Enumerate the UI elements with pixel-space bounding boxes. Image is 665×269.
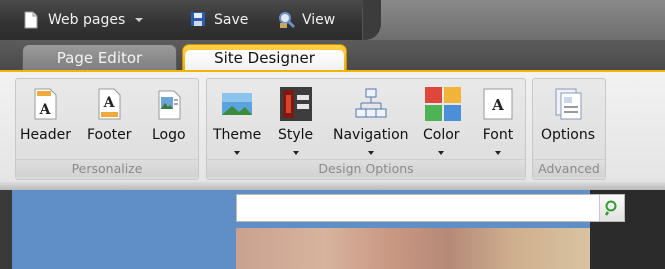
- toolbar-notch: [362, 0, 665, 40]
- search-button[interactable]: [599, 195, 624, 221]
- svg-text:A: A: [491, 96, 504, 114]
- group-personalize: A Header A Footer Logo Personalize: [15, 78, 199, 180]
- web-pages-menu[interactable]: Web pages: [24, 9, 144, 31]
- options-icon: [552, 87, 584, 121]
- tab-label: Site Designer: [214, 49, 315, 67]
- logo-icon: [153, 87, 185, 121]
- navigation-icon: [355, 87, 387, 121]
- chevron-down-icon: [438, 151, 445, 155]
- group-label: Design Options: [207, 159, 525, 177]
- chevron-down-icon: [292, 151, 299, 155]
- quick-access-toolbar: Web pages Save View: [0, 0, 665, 40]
- group-design-options: Theme Style Navigation Color A Font Desi…: [206, 78, 526, 180]
- floppy-disk-icon: [190, 11, 206, 29]
- ribbon: A Header A Footer Logo Personalize Theme: [0, 70, 665, 184]
- tab-page-editor[interactable]: Page Editor: [22, 44, 177, 71]
- footer-icon: A: [93, 87, 125, 121]
- color-icon: [425, 87, 462, 121]
- page-icon: [24, 11, 40, 29]
- options-label: Options: [541, 127, 596, 143]
- chevron-down-icon: [495, 151, 501, 155]
- header-button[interactable]: A Header: [20, 87, 71, 143]
- footer-button[interactable]: A Footer: [87, 87, 132, 143]
- chevron-down-icon: [135, 18, 144, 22]
- logo-label: Logo: [152, 127, 186, 143]
- group-label: Advanced: [533, 159, 605, 177]
- tab-label: Page Editor: [56, 49, 143, 67]
- logo-button[interactable]: Logo: [152, 87, 186, 143]
- theme-button[interactable]: Theme: [213, 87, 261, 155]
- hero-photo: [236, 228, 590, 269]
- style-label: Style: [278, 127, 314, 143]
- left-scroll-track[interactable]: [0, 190, 12, 269]
- view-icon: [278, 11, 296, 29]
- web-pages-label: Web pages: [48, 12, 126, 28]
- page-canvas: [0, 190, 665, 269]
- search-icon: [604, 200, 617, 216]
- save-button[interactable]: Save: [190, 9, 248, 31]
- navigation-label: Navigation: [333, 127, 409, 143]
- search-input[interactable]: [237, 195, 609, 219]
- tab-strip: Page Editor Site Designer: [0, 40, 665, 71]
- navigation-button[interactable]: Navigation: [333, 87, 409, 155]
- tab-site-designer[interactable]: Site Designer: [182, 44, 347, 71]
- chevron-down-icon: [234, 151, 241, 155]
- svg-text:A: A: [103, 95, 116, 111]
- header-icon: A: [29, 87, 61, 121]
- group-label: Personalize: [16, 159, 198, 177]
- ribbon-separator: [0, 182, 665, 190]
- theme-label: Theme: [213, 127, 262, 143]
- group-advanced: Options Advanced: [532, 78, 606, 180]
- options-button[interactable]: Options: [541, 87, 595, 143]
- font-label: Font: [482, 127, 514, 143]
- font-button[interactable]: A Font: [482, 87, 514, 155]
- font-icon: A: [482, 87, 514, 121]
- color-label: Color: [423, 127, 460, 143]
- header-label: Header: [20, 127, 71, 143]
- view-button[interactable]: View: [278, 9, 335, 31]
- chevron-down-icon: [367, 151, 374, 155]
- color-button[interactable]: Color: [423, 87, 462, 155]
- save-label: Save: [214, 12, 249, 28]
- svg-text:A: A: [39, 102, 52, 118]
- style-button[interactable]: Style: [278, 87, 313, 155]
- footer-label: Footer: [87, 127, 132, 143]
- view-label: View: [302, 12, 336, 28]
- search-box: [236, 194, 625, 222]
- style-icon: [279, 87, 312, 121]
- theme-icon: [221, 87, 253, 121]
